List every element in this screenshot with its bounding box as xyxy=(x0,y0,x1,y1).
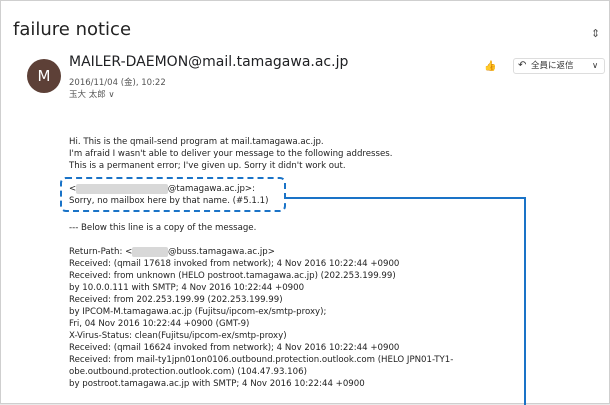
chevron-down-icon[interactable]: ∨ xyxy=(592,59,598,73)
return-path: Return-Path: <xxxxxxx@buss.tamagawa.ac.j… xyxy=(69,247,275,257)
body-line: Hi. This is the qmail-send program at ma… xyxy=(69,137,324,147)
header-line: Received: from mail-ty1jpn01on0106.outbo… xyxy=(69,355,454,365)
header-line: Received: from 202.253.199.99 (202.253.1… xyxy=(69,295,283,305)
return-suffix: @buss.tamagawa.ac.jp> xyxy=(167,247,275,257)
thumbs-up-icon[interactable]: 👍 xyxy=(484,61,496,72)
callout-line xyxy=(286,197,526,199)
redacted-text: xxxxxxx xyxy=(132,247,168,257)
email-view: failure notice ⇕ M MAILER-DAEMON@mail.ta… xyxy=(0,0,610,405)
header-line: by IPCOM-M.tamagawa.ac.jp (Fujitsu/ipcom… xyxy=(69,307,327,317)
header-line: Received: from unknown (HELO postroot.ta… xyxy=(69,271,396,281)
highlight-box xyxy=(60,177,286,212)
header-line: Fri, 04 Nov 2016 10:22:44 +0900 (GMT-9) xyxy=(69,319,250,329)
body-line: I'm afraid I wasn't able to deliver your… xyxy=(69,149,393,159)
body-line: --- Below this line is a copy of the mes… xyxy=(69,223,257,233)
header-line: obe.outbound.protection.outlook.com) (10… xyxy=(69,367,307,377)
header-line: X-Virus-Status: clean(Fujitsu/ipcom-ex/s… xyxy=(69,331,287,341)
return-prefix: Return-Path: < xyxy=(69,247,133,257)
callout-line xyxy=(524,197,526,405)
email-date: 2016/11/04 (金), 10:22 xyxy=(69,78,166,88)
avatar: M xyxy=(27,59,61,93)
recipient[interactable]: 玉大 太郎 ∨ xyxy=(69,88,115,100)
reply-all-label: 全員に返信 xyxy=(531,61,574,71)
email-subject: failure notice xyxy=(13,19,132,40)
body-line: This is a permanent error; I've given up… xyxy=(69,161,346,171)
header-line: Received: (qmail 17618 invoked from netw… xyxy=(69,259,400,269)
header-line: Received: (qmail 16624 invoked from netw… xyxy=(69,343,400,353)
header-line: by 10.0.0.111 with SMTP; 4 Nov 2016 10:2… xyxy=(69,283,305,293)
reply-all-button[interactable]: ↶ 全員に返信 ∨ xyxy=(513,58,605,74)
sender-address[interactable]: MAILER-DAEMON@mail.tamagawa.ac.jp xyxy=(69,54,348,70)
reply-icon: ↶ xyxy=(518,60,527,71)
header-line: by postroot.tamagawa.ac.jp with SMTP; 4 … xyxy=(69,379,365,389)
collapse-icon[interactable]: ⇕ xyxy=(591,27,600,40)
